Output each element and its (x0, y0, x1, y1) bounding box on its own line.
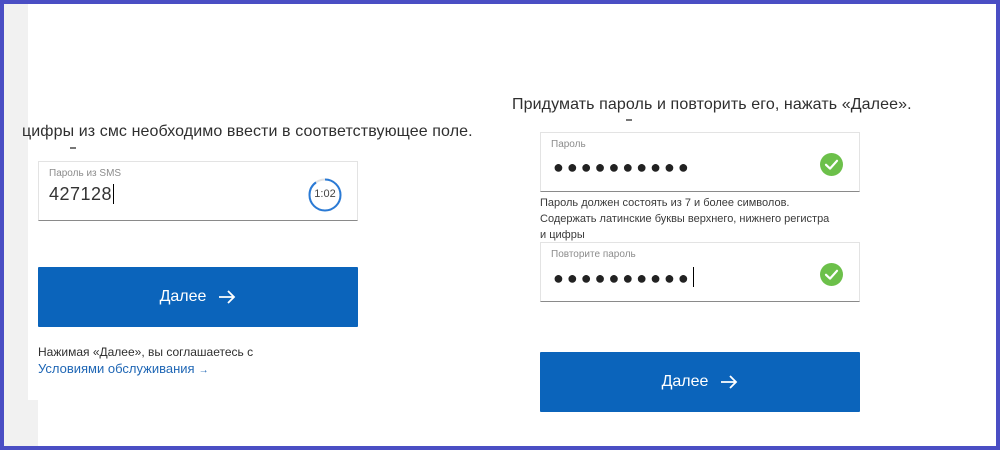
text-marker (70, 147, 76, 149)
password-hint-line: Пароль должен состоять из 7 и более симв… (540, 197, 790, 209)
link-arrow-icon: → (198, 365, 209, 376)
arrow-right-icon (219, 290, 236, 304)
password-input[interactable]: ●●●●●●●●●● (553, 157, 692, 177)
sms-instruction: цифры из смс необходимо ввести в соответ… (22, 123, 473, 140)
sms-code-label: Пароль из SMS (49, 168, 122, 179)
timer-text: 1:02 (314, 188, 336, 200)
countdown-timer: 1:02 (307, 177, 343, 213)
sms-code-field[interactable]: Пароль из SMS 427128 1:02 (38, 161, 358, 221)
password-instruction: Придумать пароль и повторить его, нажать… (512, 96, 912, 113)
sms-next-button[interactable]: Далее (38, 267, 358, 327)
check-icon (820, 263, 843, 286)
password-next-button[interactable]: Далее (540, 352, 860, 412)
sms-code-input[interactable]: 427128 (49, 184, 115, 205)
terms-link[interactable]: Условиями обслуживания → (38, 361, 209, 376)
repeat-password-field[interactable]: Повторите пароль ●●●●●●●●●● (540, 242, 860, 302)
password-field[interactable]: Пароль ●●●●●●●●●● (540, 132, 860, 192)
text-cursor (692, 267, 694, 287)
password-label: Пароль (551, 139, 586, 150)
agreement-text: Нажимая «Далее», вы соглашаетесь с (38, 345, 254, 359)
check-icon (820, 153, 843, 176)
password-hint: Пароль должен состоять из 7 и более симв… (540, 195, 829, 243)
repeat-password-label: Повторите пароль (551, 249, 636, 260)
password-hint-line: и цифры (540, 229, 585, 241)
repeat-password-input[interactable]: ●●●●●●●●●● (553, 267, 694, 288)
text-cursor (113, 184, 115, 204)
password-next-label: Далее (661, 373, 709, 390)
text-marker (626, 119, 632, 121)
arrow-right-icon (721, 375, 738, 389)
terms-link-label[interactable]: Условиями обслуживания (38, 361, 195, 376)
password-hint-line: Содержать латинские буквы верхнего, нижн… (540, 213, 830, 225)
sms-next-label: Далее (159, 288, 207, 305)
